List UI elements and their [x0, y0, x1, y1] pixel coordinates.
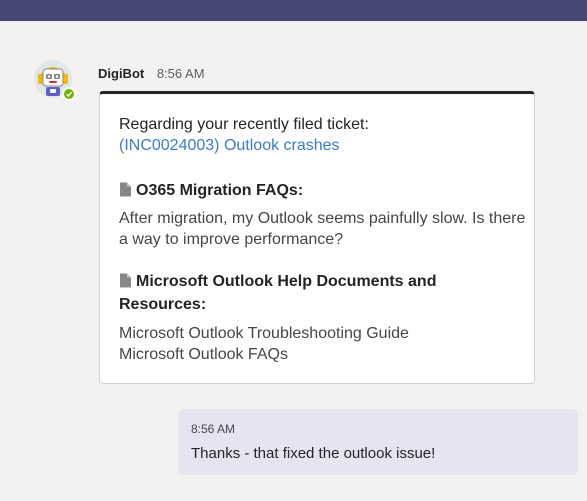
my-message-bubble[interactable]: 8:56 AM Thanks - that fixed the outlook …	[178, 409, 578, 475]
message-text: Thanks - that fixed the outlook issue!	[191, 445, 436, 462]
section-title-text: O365 Migration FAQs:	[136, 182, 304, 199]
app-top-bar	[0, 0, 587, 21]
resource-link[interactable]: Microsoft Outlook Troubleshooting Guide	[119, 323, 529, 344]
section-body: After migration, my Outlook seems painfu…	[119, 208, 529, 250]
section-title: O365 Migration FAQs:	[119, 180, 519, 203]
card-intro: Regarding your recently filed ticket: (I…	[119, 114, 369, 156]
ticket-link[interactable]: (INC0024003) Outlook crashes	[119, 135, 369, 156]
document-icon	[119, 273, 132, 294]
resource-link[interactable]: Microsoft Outlook FAQs	[119, 344, 529, 365]
section-title-text: Microsoft Outlook Help Documents and Res…	[119, 273, 437, 313]
status-available-icon	[62, 87, 76, 101]
message-timestamp: 8:56 AM	[191, 422, 236, 436]
card-intro-text: Regarding your recently filed ticket:	[119, 116, 369, 133]
message-header: DigiBot 8:56 AM	[98, 66, 205, 82]
sender-name[interactable]: DigiBot	[98, 66, 144, 81]
section-title: Microsoft Outlook Help Documents and Res…	[119, 271, 519, 315]
bot-message-card: Regarding your recently filed ticket: (I…	[99, 91, 535, 384]
faq-link[interactable]: After migration, my Outlook seems painfu…	[119, 208, 529, 250]
section-body: Microsoft Outlook Troubleshooting Guide …	[119, 323, 529, 365]
message-timestamp: 8:56 AM	[156, 66, 205, 81]
document-icon	[119, 182, 132, 203]
